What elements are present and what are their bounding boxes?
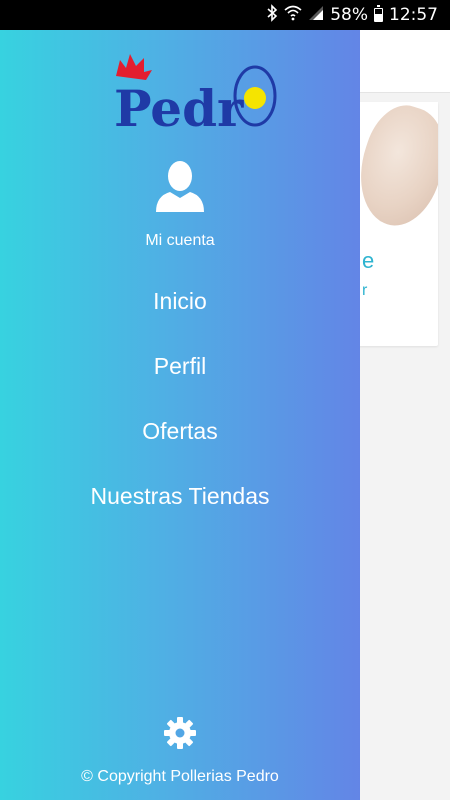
menu-item-nuestras-tiendas[interactable]: Nuestras Tiendas xyxy=(0,475,360,540)
menu-item-inicio[interactable]: Inicio xyxy=(0,280,360,345)
drawer-menu: Inicio Perfil Ofertas Nuestras Tiendas xyxy=(0,280,360,540)
logo-text: Pedr xyxy=(114,79,244,130)
pedro-logo: Pedr xyxy=(112,50,282,138)
menu-item-ofertas[interactable]: Ofertas xyxy=(0,410,360,475)
product-title: e xyxy=(362,248,375,273)
user-avatar-icon[interactable] xyxy=(152,158,208,214)
battery-percent: 58% xyxy=(330,5,368,25)
status-bar: 58% 12:57 xyxy=(0,0,450,30)
battery-icon xyxy=(374,5,383,22)
my-account-label[interactable]: Mi cuenta xyxy=(0,232,360,250)
copyright-text: © Copyright Pollerias Pedro xyxy=(81,768,279,785)
signal-icon xyxy=(308,5,324,26)
wifi-icon xyxy=(284,5,302,26)
clock: 12:57 xyxy=(389,5,438,25)
bluetooth-icon xyxy=(266,3,278,27)
menu-item-perfil[interactable]: Perfil xyxy=(0,345,360,410)
settings-gear-icon[interactable] xyxy=(163,716,197,750)
product-subtitle: r xyxy=(362,282,368,299)
navigation-drawer: Pedr Mi cuenta Inicio Perfil Ofertas Nue… xyxy=(0,30,360,800)
